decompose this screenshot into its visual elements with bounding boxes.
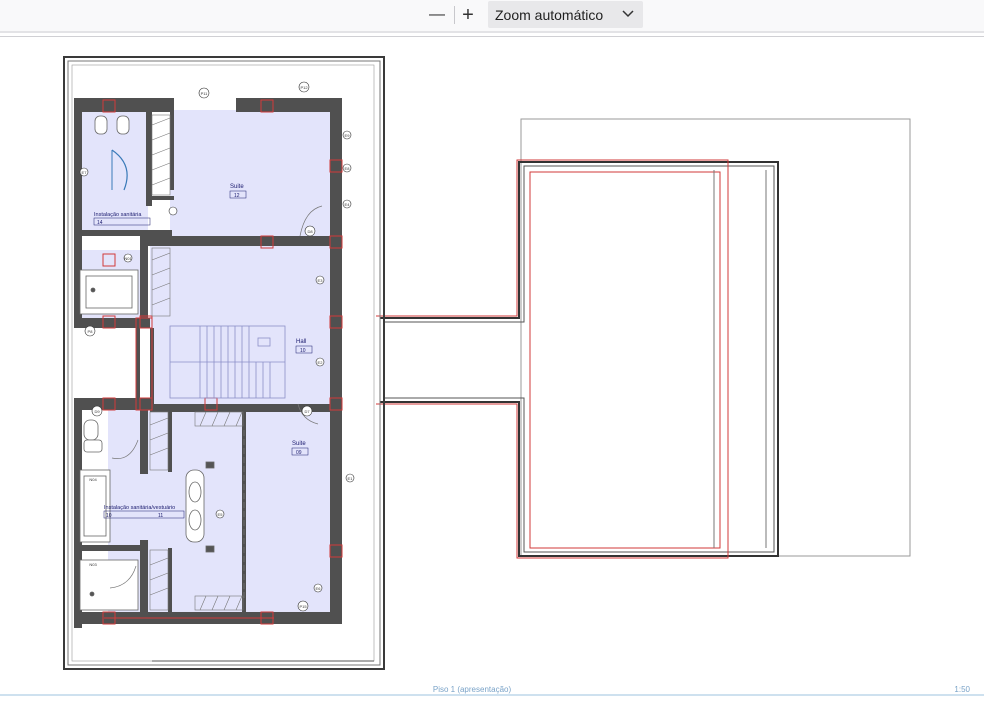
tag-text: N03: [89, 562, 97, 567]
tag-text: E8: [345, 166, 351, 171]
tag-text: E5: [218, 512, 224, 517]
tag-text: E3: [318, 278, 324, 283]
room-code-bath-bottom: 11: [158, 513, 163, 519]
room-name-suite-bottom: Suite: [292, 441, 306, 447]
pdf-toolbar: — + Zoom automático: [0, 0, 984, 31]
sheet-scale: 1:50: [954, 685, 970, 694]
room-name-bath-bottom: Instalação sanitária/vestuário: [104, 505, 175, 511]
zoom-select-value: Zoom automático: [495, 6, 604, 23]
tag-text: D9: [94, 409, 100, 414]
tag-text: N01: [124, 256, 132, 261]
document-page[interactable]: Suite 12 Hall 10 Suite 09 Instalação san…: [0, 37, 984, 720]
tag-text: E6: [316, 586, 322, 591]
room-code-hall: 10: [300, 348, 306, 354]
tag-text: P15: [299, 604, 307, 609]
tag-text: D8: [307, 229, 313, 234]
terrace-outline: [376, 118, 911, 559]
tag-text: E2: [318, 360, 324, 365]
room-code-suite-bottom: 09: [296, 450, 302, 456]
room-name-bath-top: Instalação sanitária: [94, 212, 142, 218]
tag-text: D7: [304, 409, 310, 414]
zoom-in-icon: +: [462, 3, 474, 26]
tag-text: E9: [345, 133, 351, 138]
room-name-suite-top: Suite: [230, 184, 244, 190]
room-code-bath-top: 14: [97, 220, 103, 226]
zoom-out-icon: —: [429, 6, 445, 23]
tag-text: E1: [348, 476, 354, 481]
tag-text: E4: [345, 202, 351, 207]
zoom-out-button[interactable]: —: [426, 3, 448, 27]
tag-text: N04: [89, 477, 97, 482]
toolbar-separator: [454, 6, 455, 24]
tag-text: P12: [300, 85, 308, 90]
zoom-select[interactable]: Zoom automático: [488, 1, 643, 28]
room-fills: [78, 110, 330, 613]
room-code-suite-top: 12: [234, 193, 240, 199]
zoom-in-button[interactable]: +: [457, 3, 479, 27]
tag-text: P11: [201, 91, 209, 96]
room-name-hall: Hall: [296, 339, 306, 345]
floor-plan-drawing: Suite 12 Hall 10 Suite 09 Instalação san…: [0, 56, 984, 696]
tag-text: E7: [82, 170, 88, 175]
tag-text: P8: [88, 329, 94, 334]
toolbar-divider: [0, 31, 984, 33]
room-code-bath-bottom-2: 10: [106, 513, 112, 519]
sheet-title: Piso 1 (apresentação): [433, 685, 512, 694]
chevron-down-icon: [622, 10, 634, 18]
